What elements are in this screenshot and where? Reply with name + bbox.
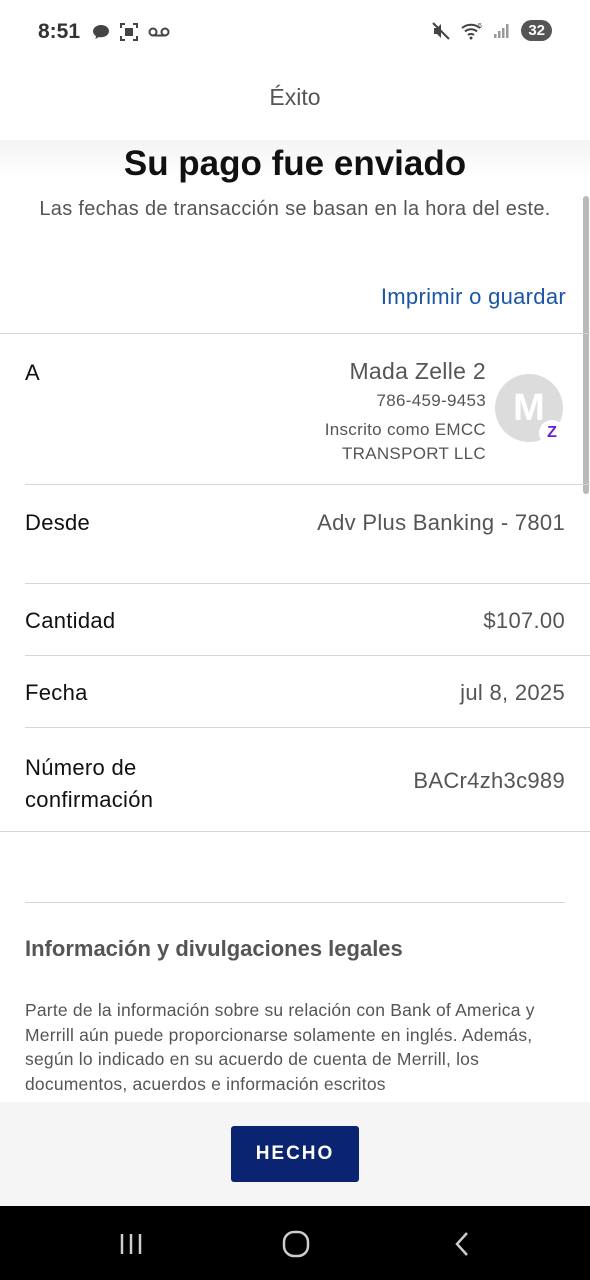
print-or-save-link[interactable]: Imprimir o guardar xyxy=(381,284,566,310)
svg-text:5: 5 xyxy=(478,23,482,30)
recent-apps-button[interactable] xyxy=(111,1228,151,1260)
recent-apps-icon xyxy=(120,1234,142,1254)
divider xyxy=(0,333,590,334)
back-icon xyxy=(455,1232,468,1256)
scrollbar[interactable] xyxy=(583,196,589,494)
recipient-label: A xyxy=(25,360,40,385)
mute-icon xyxy=(432,21,451,40)
home-button[interactable] xyxy=(276,1228,316,1260)
wifi-icon: 5 xyxy=(461,23,482,39)
confirmation-number-value: BACr4zh3c989 xyxy=(413,768,565,793)
confirmation-number-label-line2: confirmación xyxy=(25,787,154,812)
date-label: Fecha xyxy=(25,680,88,705)
confirmation-subtitle: Las fechas de transacción se basan en la… xyxy=(39,198,551,220)
confirmation-title: Su pago fue enviado xyxy=(123,144,467,183)
amount-label: Cantidad xyxy=(25,608,116,633)
battery-icon: 32 xyxy=(521,20,552,41)
done-button[interactable]: HECHO xyxy=(231,1126,359,1182)
screenshot-icon xyxy=(120,23,138,41)
divider xyxy=(0,831,590,832)
zelle-badge-icon: Z xyxy=(539,420,565,446)
status-time: 8:51 xyxy=(38,20,81,43)
amount-value: $107.00 xyxy=(483,608,565,633)
date-value: jul 8, 2025 xyxy=(460,680,565,705)
footer: HECHO xyxy=(0,1102,590,1206)
legal-heading: Información y divulgaciones legales xyxy=(25,936,403,961)
divider xyxy=(25,655,590,656)
system-navigation-bar xyxy=(0,1206,590,1280)
recipient-name: Mada Zelle 2 xyxy=(349,358,486,384)
home-icon xyxy=(282,1230,310,1258)
divider xyxy=(25,727,590,728)
status-notification-icons xyxy=(92,22,170,42)
divider xyxy=(25,583,590,584)
app-header: Éxito xyxy=(0,64,590,140)
confirmation-number-label-line1: Número de xyxy=(25,755,137,780)
confirmation-number-label: Número de confirmación xyxy=(25,752,153,816)
recipient-phone: 786-459-9453 xyxy=(376,391,486,410)
signal-icon xyxy=(494,23,509,38)
recipient-enrolled-as: Inscrito como EMCC TRANSPORT LLC xyxy=(324,420,486,463)
legal-text: Parte de la información sobre su relació… xyxy=(25,1000,535,1094)
voicemail-icon xyxy=(148,27,170,37)
from-value: Adv Plus Banking - 7801 xyxy=(317,510,565,535)
confirmation-content[interactable]: Su pago fue enviado Las fechas de transa… xyxy=(0,140,590,1102)
chat-bubble-icon xyxy=(93,25,109,39)
status-bar: 8:51 5 32 xyxy=(0,0,590,64)
divider xyxy=(25,902,565,903)
status-system-icons: 5 32 xyxy=(431,20,552,41)
divider xyxy=(25,484,590,485)
page-title: Éxito xyxy=(269,84,321,110)
from-label: Desde xyxy=(25,510,91,535)
back-button[interactable] xyxy=(442,1228,482,1260)
